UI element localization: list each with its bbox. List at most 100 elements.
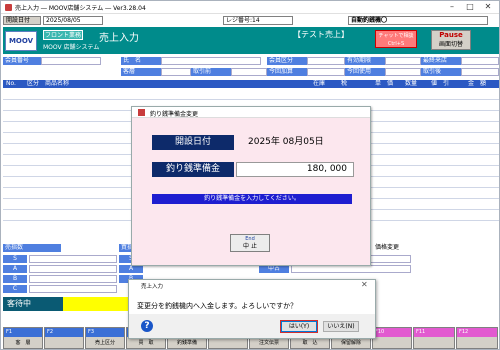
pause-label: Pause [439, 31, 463, 39]
moov-logo: MOOV [5, 31, 37, 51]
waiting-customer-status: 客待中 [3, 297, 63, 311]
open-date-value: 2025/08/05 [43, 16, 103, 25]
sales-index-header: 売指数 [3, 244, 61, 252]
f2-label [45, 337, 83, 349]
dialog1-amount-label: 釣り銭準備金 [152, 162, 234, 177]
category-badge: フロント業務 [43, 30, 83, 40]
used-label: 中古 [259, 265, 289, 273]
sales-rank-a-value [29, 265, 117, 273]
sales-rank-a: A [3, 265, 27, 273]
f1-number: F1 [4, 328, 42, 337]
info-bar: 開設日付 2025/08/05 レジ番号:14 自動釣銭機〇 [3, 15, 499, 26]
member-cat-label: 会員区分 [267, 57, 307, 65]
dialog2-title-bar: 売上入力 ✕ [129, 280, 375, 290]
open-date-label: 開設日付 [3, 16, 41, 25]
auto-drawer-status: 自動釣銭機〇 [348, 16, 488, 25]
sales-rank-c-value [29, 285, 117, 293]
dialog2-message: 変更分を釣銭機内へ入金します。よろしいですか？ [137, 302, 298, 310]
close-button[interactable]: ✕ [481, 1, 495, 13]
f11-number: F11 [414, 328, 454, 337]
sales-rank-b-value [29, 275, 117, 283]
system-name: MOOV 店舗システム [43, 44, 100, 51]
sales-rank-b: B [3, 275, 27, 283]
col-amount: 金 額 [468, 80, 487, 87]
sales-rank-s-value [29, 255, 117, 263]
f10-label [373, 337, 411, 349]
change-float-amount-input[interactable]: 180, 000 [236, 162, 354, 177]
dialog1-title: 釣り銭準備金変更 [150, 111, 199, 118]
f12-key[interactable]: F12 [456, 327, 498, 349]
dialog2-close-icon[interactable]: ✕ [361, 280, 368, 289]
end-button-label: 中 止 [243, 243, 257, 250]
dialog1-title-bar: 釣り銭準備金変更 [132, 107, 370, 118]
confirm-dialog: 売上入力 ✕ 変更分を釣銭機内へ入金します。よろしいですか？ ? はい(Y) い… [128, 279, 376, 339]
f3-key[interactable]: F3 売上区分 [85, 327, 125, 349]
items-grid-header: No. 区分 商品名称 在庫 税 単 価 数量 値 引 金 額 [3, 80, 499, 88]
f11-label [414, 337, 454, 349]
dialog1-date-label: 開設日付 [152, 135, 234, 150]
minimize-button[interactable]: – [445, 1, 459, 13]
col-discount: 値 引 [431, 80, 450, 87]
points-use-field [385, 68, 421, 76]
col-category: 区分 [27, 80, 40, 87]
chat-label: チャットで相談 [378, 33, 414, 39]
f2-key[interactable]: F2 [44, 327, 84, 349]
points-now-label: 今回加算 [267, 68, 307, 76]
col-tax: 税 [341, 80, 348, 87]
member-no-label: 会員番号 [3, 57, 41, 65]
dialog1-app-icon [138, 109, 145, 116]
discount-before-field [231, 68, 267, 76]
col-stock: 在庫 [313, 80, 326, 87]
app-icon [5, 4, 12, 11]
cancel-end-button[interactable]: End 中 止 [230, 234, 270, 252]
f2-number: F2 [45, 328, 83, 337]
name-field[interactable] [161, 57, 261, 65]
dialog2-title: 売上入力 [141, 284, 164, 290]
register-number: レジ番号:14 [223, 16, 293, 25]
no-button[interactable]: いいえ(N) [323, 321, 359, 332]
col-quantity: 数量 [405, 80, 418, 87]
points-now-field [307, 68, 345, 76]
f1-key[interactable]: F1 客 層 [3, 327, 43, 349]
last-visit-field [461, 57, 499, 65]
name-label: 氏 名 [121, 57, 161, 65]
col-unit-price: 単 価 [375, 80, 394, 87]
buy-rank-a: A [119, 265, 143, 273]
f12-number: F12 [457, 328, 497, 337]
change-float-dialog: 釣り銭準備金変更 開設日付 2025年 08月05日 釣り銭準備金 180, 0… [131, 106, 371, 266]
sales-rank-s: S [3, 255, 27, 263]
points-use-label: 今回使用 [345, 68, 385, 76]
f11-key[interactable]: F11 [413, 327, 455, 349]
f1-label: 客 層 [15, 340, 31, 346]
discount-after-label: 取引後 [421, 68, 461, 76]
f10-key[interactable]: F10 [372, 327, 412, 349]
status-highlight [63, 297, 133, 311]
yes-button[interactable]: はい(Y) [280, 320, 318, 333]
f3-label: 売上区分 [94, 340, 115, 346]
app-window: 売上入力 ― MOOV店舗システム ― Ver3.28.04 – □ ✕ 開設日… [0, 0, 500, 350]
f12-label [457, 337, 497, 349]
f3-number: F3 [86, 328, 124, 337]
discount-before-label: 取引前 [191, 68, 231, 76]
price-change-label: 価格変更 [375, 244, 400, 251]
valid-until-field [385, 57, 421, 65]
customer-label: 客層 [121, 68, 161, 76]
discount-after-field [461, 68, 499, 76]
used-value [291, 265, 411, 273]
end-key-label: End [245, 236, 255, 242]
screen-switch-label: 画面切替 [438, 41, 463, 48]
customer-field [161, 68, 191, 76]
maximize-button[interactable]: □ [463, 1, 477, 13]
question-icon: ? [141, 320, 153, 332]
member-cat-field [307, 57, 345, 65]
title-bar: 売上入力 ― MOOV店舗システム ― Ver3.28.04 – □ ✕ [1, 1, 499, 14]
last-visit-label: 最終来店 [421, 57, 461, 65]
pause-screen-switch-button[interactable]: Pause 画面切替 [431, 30, 471, 50]
col-product-name: 商品名称 [45, 80, 70, 87]
window-title: 売上入力 ― MOOV店舗システム ― Ver3.28.04 [15, 5, 146, 12]
chat-consult-button[interactable]: チャットで相談 Ctrl+S [375, 30, 417, 48]
valid-until-label: 有効期限 [345, 57, 385, 65]
member-no-field[interactable] [41, 57, 101, 65]
page-title: 売上入力 [99, 33, 139, 44]
mode-label: 【テスト売上】 [293, 30, 349, 39]
